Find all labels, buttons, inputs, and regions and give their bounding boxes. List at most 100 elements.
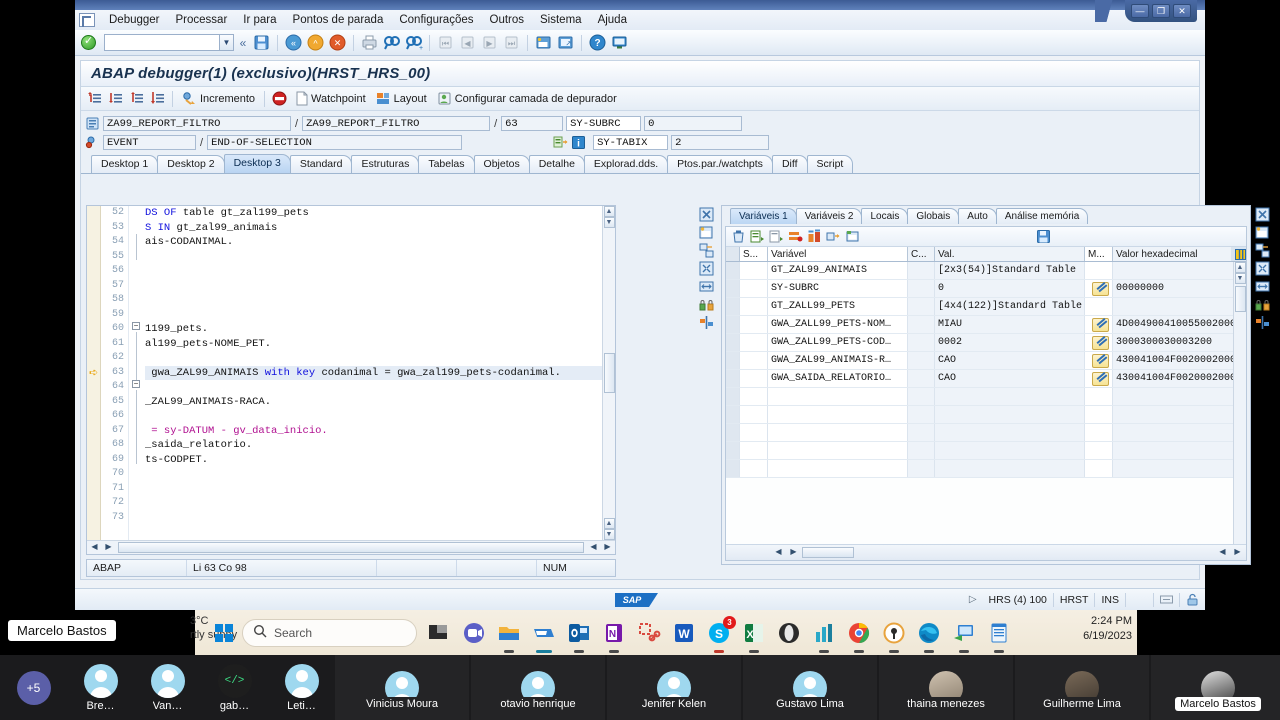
tab-globais[interactable]: Globais bbox=[907, 208, 960, 224]
back-chevron-icon[interactable]: « bbox=[237, 36, 249, 50]
cell-variable-name[interactable] bbox=[768, 442, 908, 459]
cell-modify[interactable] bbox=[1085, 316, 1113, 333]
participant-tile[interactable]: Bre… bbox=[67, 655, 134, 720]
tab-desktop-2[interactable]: Desktop 2 bbox=[157, 155, 225, 173]
participant-tile[interactable]: Van… bbox=[134, 655, 201, 720]
tab-diff[interactable]: Diff bbox=[771, 155, 808, 173]
menu-item-processar[interactable]: Processar bbox=[168, 12, 236, 28]
fold-toggle-icon[interactable]: − bbox=[132, 322, 140, 330]
return-icon[interactable] bbox=[127, 89, 146, 108]
cell-value[interactable]: CAO bbox=[935, 352, 1085, 369]
variables-vertical-scrollbar[interactable]: ▲ ▼ bbox=[1233, 262, 1246, 544]
skype-icon[interactable]: S 3 bbox=[706, 615, 736, 653]
cell-hex-value[interactable]: 4D004900410055002000200C bbox=[1113, 316, 1246, 333]
include-field[interactable]: ZA99_REPORT_FILTRO bbox=[302, 116, 491, 131]
execute-icon[interactable] bbox=[106, 89, 125, 108]
cell-modify[interactable] bbox=[1085, 280, 1113, 297]
cell-modify[interactable] bbox=[1085, 406, 1113, 423]
close-panel-icon[interactable] bbox=[1255, 207, 1270, 222]
code-line[interactable] bbox=[145, 250, 602, 265]
col-valor-hexadecimal[interactable]: Valor hexadecimal bbox=[1113, 247, 1231, 261]
col-val[interactable]: Val. bbox=[935, 247, 1085, 261]
tab-script[interactable]: Script bbox=[806, 155, 854, 173]
taskbar-clock[interactable]: 2:24 PM 6/19/2023 bbox=[1083, 614, 1132, 644]
row-select-cell[interactable] bbox=[726, 460, 740, 477]
code-line[interactable]: al199_pets-NOME_PET. bbox=[145, 337, 602, 352]
delete-row-icon[interactable] bbox=[788, 229, 803, 244]
table-row[interactable] bbox=[726, 406, 1246, 424]
step-into-icon[interactable] bbox=[85, 89, 104, 108]
cell-modify[interactable] bbox=[1085, 352, 1113, 369]
tab-ptos-par-watchpts[interactable]: Ptos.par./watchpts bbox=[667, 155, 773, 173]
insert-mode-indicator[interactable]: INS bbox=[1095, 592, 1126, 607]
vars-scroll-thumb[interactable] bbox=[1234, 286, 1246, 312]
close-panel-icon[interactable] bbox=[699, 207, 714, 222]
cell-variable-name[interactable] bbox=[768, 406, 908, 423]
cell-variable-name[interactable]: GWA_SAIDA_RELATORIO… bbox=[768, 370, 908, 387]
cell-value[interactable] bbox=[935, 442, 1085, 459]
row-select-cell[interactable] bbox=[726, 298, 740, 315]
info-icon[interactable]: i bbox=[571, 135, 586, 150]
new-entry-icon[interactable] bbox=[845, 229, 860, 244]
edit-pencil-icon[interactable] bbox=[1091, 353, 1109, 368]
cell-value[interactable]: [2x3(54)]Standard Table bbox=[935, 262, 1085, 279]
row-select-cell[interactable] bbox=[726, 280, 740, 297]
lock-panel-icon[interactable] bbox=[699, 297, 714, 312]
tab-objetos[interactable]: Objetos bbox=[473, 155, 530, 173]
cell-hex-value[interactable] bbox=[1113, 298, 1246, 315]
table-row[interactable]: SY-SUBRC 0 00000000 bbox=[726, 280, 1246, 298]
edit-pencil-icon[interactable] bbox=[1091, 281, 1109, 296]
tab-desktop-3[interactable]: Desktop 3 bbox=[223, 154, 291, 173]
increment-button[interactable]: Incremento bbox=[178, 90, 259, 107]
notepad-icon[interactable] bbox=[986, 620, 1012, 653]
enter-ok-icon[interactable] bbox=[81, 34, 96, 50]
cell-variable-name[interactable] bbox=[768, 460, 908, 477]
compare-icon[interactable] bbox=[807, 229, 822, 244]
menu-item-pontos-de-parada[interactable]: Pontos de parada bbox=[285, 12, 392, 28]
cell-variable-name[interactable]: GWA_ZALL99_PETS-NOM… bbox=[768, 316, 908, 333]
hscroll-right-button-2[interactable]: ▶ bbox=[601, 542, 614, 554]
opera-icon[interactable] bbox=[776, 620, 802, 646]
tab-desktop-1[interactable]: Desktop 1 bbox=[91, 155, 159, 173]
vars-hscroll-right-button[interactable]: ▶ bbox=[787, 547, 800, 559]
table-row[interactable]: GWA_ZALL99_PETS-NOM… MIAU 4D00490041005500… bbox=[726, 316, 1246, 334]
table-row[interactable] bbox=[726, 460, 1246, 478]
tab-detalhe[interactable]: Detalhe bbox=[528, 155, 585, 173]
code-line[interactable]: ts-CODPET. bbox=[145, 453, 602, 468]
exit-icon[interactable]: ^ bbox=[306, 33, 325, 52]
tab-variaveis-2[interactable]: Variáveis 2 bbox=[795, 208, 863, 224]
participant-tile[interactable]: Gustavo Lima bbox=[743, 655, 877, 720]
participant-tile[interactable]: Marcelo Bastos bbox=[1151, 655, 1280, 720]
participant-tile[interactable]: Guilherme Lima bbox=[1015, 655, 1149, 720]
hscroll-left-button[interactable]: ◀ bbox=[88, 542, 101, 554]
continue-icon[interactable] bbox=[148, 89, 167, 108]
participant-tile[interactable]: Jenifer Kelen bbox=[607, 655, 741, 720]
cell-value[interactable] bbox=[935, 460, 1085, 477]
code-line[interactable]: ais-CODANIMAL. bbox=[145, 235, 602, 250]
layout-button[interactable]: Layout bbox=[372, 90, 431, 107]
cell-variable-name[interactable] bbox=[768, 424, 908, 441]
code-line[interactable]: gwa_ZAL99_ANIMAIS with key codanimal = g… bbox=[145, 365, 602, 380]
word-icon[interactable]: W bbox=[671, 620, 697, 646]
lock-panel-icon[interactable] bbox=[1255, 297, 1270, 312]
goto-statement-icon[interactable] bbox=[553, 135, 568, 150]
code-line[interactable]: _saida_relatorio. bbox=[145, 438, 602, 453]
customize-icon[interactable] bbox=[610, 33, 629, 52]
variables-rows[interactable]: GT_ZAL99_ANIMAIS [2x3(54)]Standard Table S… bbox=[726, 262, 1246, 544]
row-select-cell[interactable] bbox=[726, 442, 740, 459]
cell-hex-value[interactable]: 430041004F0020002000200C bbox=[1113, 370, 1246, 387]
tab-estruturas[interactable]: Estruturas bbox=[351, 155, 420, 173]
cell-hex-value[interactable] bbox=[1113, 262, 1246, 279]
command-field[interactable]: ▼ bbox=[104, 34, 234, 51]
cell-variable-name[interactable]: SY-SUBRC bbox=[768, 280, 908, 297]
participant-tile[interactable]: Leti… bbox=[268, 655, 335, 720]
stop-breakpoint-icon[interactable] bbox=[270, 89, 289, 108]
code-line[interactable] bbox=[145, 380, 602, 395]
snipping-tool-icon[interactable] bbox=[636, 620, 662, 646]
vars-hscroll-right-button-2[interactable]: ▶ bbox=[1231, 547, 1244, 559]
cell-value[interactable]: CAO bbox=[935, 370, 1085, 387]
row-select-cell[interactable] bbox=[726, 406, 740, 423]
code-line[interactable]: _ZAL99_ANIMAIS-RACA. bbox=[145, 395, 602, 410]
resize-grip-icon[interactable] bbox=[1154, 592, 1180, 607]
code-line[interactable] bbox=[145, 308, 602, 323]
